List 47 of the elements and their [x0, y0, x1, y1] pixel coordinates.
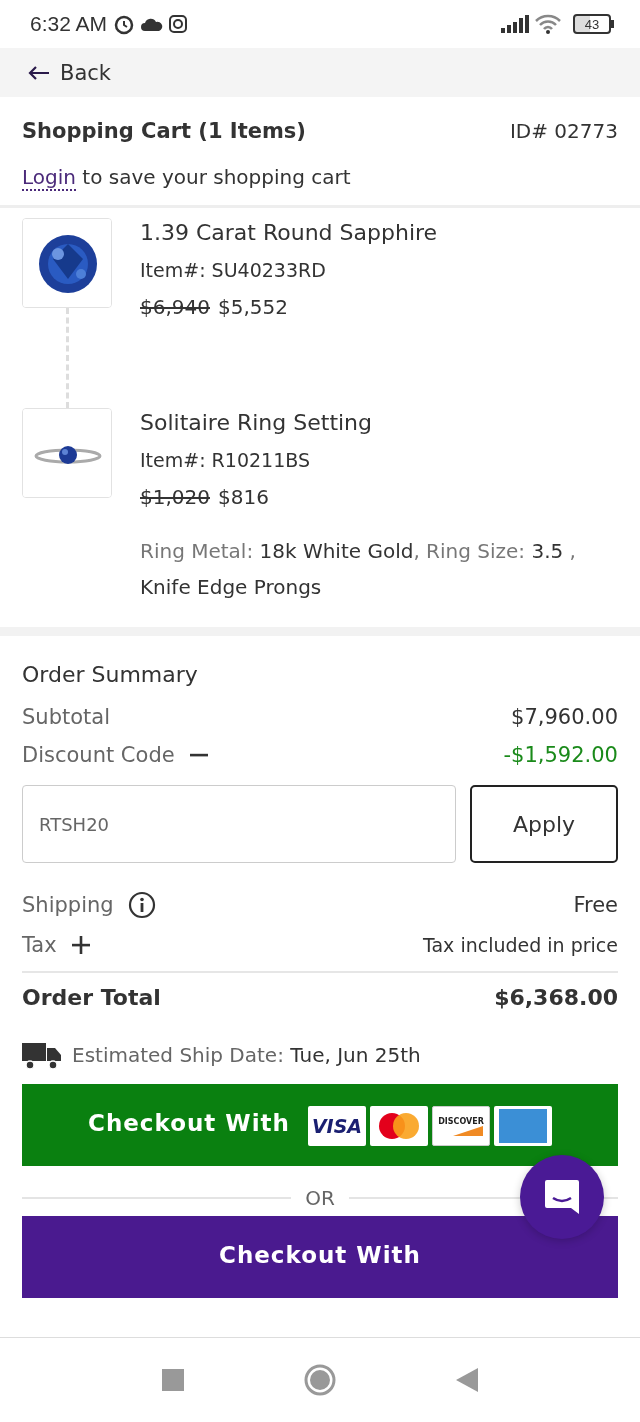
alt-checkout-button[interactable]: Checkout With	[22, 1216, 618, 1298]
login-link[interactable]: Login	[22, 165, 76, 191]
total-label: Order Total	[22, 985, 161, 1010]
discount-code-field[interactable]: RTSH20	[22, 785, 456, 863]
ring-options: Ring Metal: 18k White Gold, Ring Size: 3.5 , Knife Edge Prongs	[140, 533, 618, 605]
item-number: Item#: SU40233RD	[140, 259, 327, 281]
discount-value: -$1,592.00	[503, 743, 618, 767]
summary-title: Order Summary	[22, 662, 199, 687]
product-name[interactable]: 1.39 Carat Round Sapphire	[140, 220, 438, 245]
back-button[interactable]: Back	[28, 60, 111, 85]
discount-label: Discount Code	[22, 743, 175, 767]
status-time: 6:32 AM	[30, 12, 108, 36]
tax-label: Tax	[22, 933, 57, 957]
product-price: $1,020 $816	[140, 485, 270, 509]
card-checkout-button[interactable]: Checkout With VISA DISCOVER	[22, 1084, 618, 1166]
product-price: $6,940 $5,552	[140, 295, 289, 319]
amex-logo	[494, 1106, 552, 1146]
alarm-icon	[113, 13, 136, 35]
apply-button[interactable]: Apply	[470, 785, 618, 863]
product-name[interactable]: Solitaire Ring Setting	[140, 410, 373, 435]
cart-id: ID# 02773	[509, 119, 618, 143]
item-number: Item#: R10211BS	[140, 449, 312, 471]
back-nav-icon[interactable]	[456, 1368, 478, 1392]
shipping-label: Shipping	[22, 893, 114, 917]
discover-logo: DISCOVER	[432, 1106, 490, 1146]
cloud-icon	[141, 17, 164, 31]
wifi-icon	[535, 14, 561, 34]
visa-logo: VISA	[308, 1106, 366, 1146]
subtotal-value: $7,960.00	[511, 705, 618, 729]
info-icon[interactable]	[127, 891, 156, 919]
chat-icon	[543, 1178, 581, 1216]
plus-icon[interactable]	[70, 935, 91, 955]
mastercard-logo	[370, 1106, 428, 1146]
signal-icon	[501, 15, 529, 33]
cart-title: Shopping Cart (1 Items)	[22, 119, 306, 143]
ship-date: Estimated Ship Date: Tue, Jun 25th	[72, 1043, 421, 1067]
back-arrow-icon	[28, 64, 50, 81]
home-icon[interactable]	[304, 1364, 336, 1396]
tax-value: Tax included in price	[423, 934, 618, 956]
subtotal-label: Subtotal	[22, 705, 110, 729]
login-prompt: Login to save your shopping cart	[22, 165, 352, 189]
battery-icon: 43	[573, 14, 614, 34]
camera-icon	[169, 15, 188, 33]
truck-icon	[22, 1040, 62, 1070]
total-value: $6,368.00	[494, 985, 618, 1010]
or-divider-text: OR	[305, 1186, 335, 1210]
shipping-value: Free	[573, 893, 618, 917]
